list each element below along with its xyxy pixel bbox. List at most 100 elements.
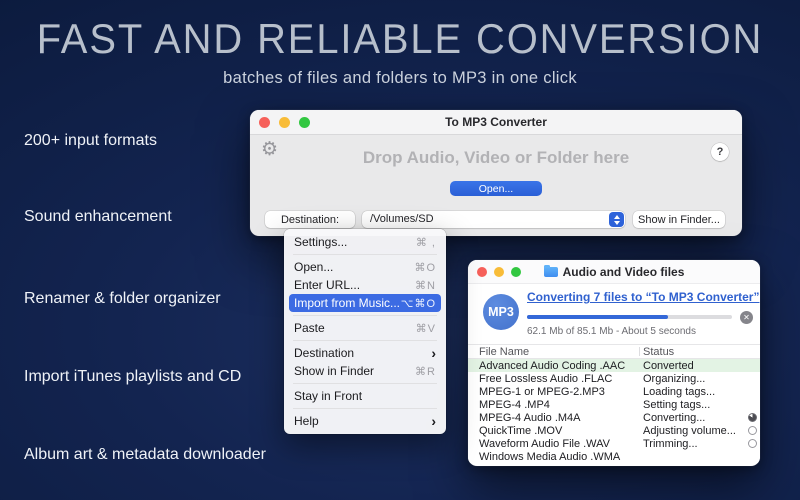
status-cell: Converting...: [643, 411, 706, 424]
menu-item-stay-in-front[interactable]: Stay in Front: [284, 387, 446, 405]
minimize-button[interactable]: [494, 266, 504, 277]
zoom-button[interactable]: [511, 266, 521, 277]
file-name-cell: QuickTime .MOV: [479, 424, 563, 437]
menu-item-label: Paste: [294, 321, 325, 335]
menu-separator: [293, 315, 437, 316]
open-button[interactable]: Open...: [450, 181, 542, 196]
progress-stats: 62.1 Mb of 85.1 Mb - About 5 seconds: [527, 326, 696, 337]
menu-item-shortcut: ⌘R: [415, 365, 436, 378]
column-header-status: Status: [643, 345, 675, 358]
row-progress-icon: [748, 426, 757, 435]
destination-select[interactable]: /Volumes/SD: [362, 211, 625, 228]
table-row[interactable]: Free Lossless Audio .FLAC Organizing...: [468, 372, 760, 385]
screenshot-root: FAST AND RELIABLE CONVERSION batches of …: [0, 0, 800, 500]
destination-button[interactable]: Destination:: [265, 211, 355, 228]
menu-item-shortcut: ⌘N: [415, 279, 436, 292]
file-name-cell: MPEG-1 or MPEG-2.MP3: [479, 385, 605, 398]
table-row[interactable]: Advanced Audio Coding .AAC Converted: [468, 359, 760, 372]
file-name-cell: MPEG-4 .MP4: [479, 398, 550, 411]
row-progress-icon: [748, 387, 757, 396]
file-name-cell: Advanced Audio Coding .AAC: [479, 359, 626, 372]
menu-separator: [293, 408, 437, 409]
page-title: FAST AND RELIABLE CONVERSION: [36, 15, 764, 62]
page-subtitle: batches of files and folders to MP3 in o…: [223, 69, 577, 87]
drop-zone[interactable]: ⚙ ? Drop Audio, Video or Folder here Ope…: [250, 136, 742, 236]
destination-path: /Volumes/SD: [370, 213, 434, 225]
menu-item-shortcut: ⌘ ,: [415, 236, 436, 249]
submenu-chevron-icon: ›: [431, 345, 436, 361]
menu-item-label: Import from Music...: [294, 296, 401, 310]
column-header-file-name: File Name: [479, 345, 530, 358]
progress-bar-fill: [527, 315, 669, 319]
menu-item-label: Show in Finder: [294, 364, 375, 378]
progress-bar: [527, 315, 732, 319]
menu-item-open[interactable]: Open... ⌘O: [284, 258, 446, 276]
menu-separator: [293, 254, 437, 255]
main-window: To MP3 Converter ⚙ ? Drop Audio, Video o…: [250, 110, 742, 236]
cancel-button[interactable]: ✕: [740, 311, 753, 324]
file-name-cell: Free Lossless Audio .FLAC: [479, 372, 613, 385]
status-cell: Trimming...: [643, 437, 698, 450]
table-row[interactable]: QuickTime .MOV Adjusting volume...: [468, 424, 760, 437]
row-progress-icon: [748, 361, 757, 370]
close-button[interactable]: [477, 266, 487, 277]
stepper-icon: [609, 212, 624, 227]
file-name-cell: MPEG-4 Audio .M4A: [479, 411, 581, 424]
converting-link[interactable]: Converting 7 files to “To MP3 Converter”: [527, 290, 759, 304]
feature-album-art: Album art & metadata downloader: [24, 446, 266, 463]
menu-item-label: Settings...: [294, 235, 348, 249]
row-progress-icon: [748, 400, 757, 409]
table-row[interactable]: Waveform Audio File .WAV Trimming...: [468, 437, 760, 450]
menu-item-paste[interactable]: Paste ⌘V: [284, 319, 446, 337]
table-row[interactable]: Windows Media Audio .WMA: [468, 450, 760, 463]
context-menu: Settings... ⌘ , Open... ⌘O Enter URL... …: [284, 229, 446, 434]
table-row[interactable]: MPEG-4 Audio .M4A Converting...: [468, 411, 760, 424]
close-button[interactable]: [259, 116, 270, 128]
progress-window-title: Audio and Video files: [543, 264, 684, 279]
row-progress-icon: [748, 452, 757, 461]
status-cell: Loading tags...: [643, 385, 716, 398]
status-cell: Organizing...: [643, 372, 706, 385]
menu-separator: [293, 340, 437, 341]
menu-item-label: Enter URL...: [294, 278, 361, 292]
feature-renamer-organizer: Renamer & folder organizer: [24, 290, 221, 307]
menu-separator: [293, 383, 437, 384]
table-header: File Name Status: [468, 344, 760, 359]
menu-item-shortcut: ⌘V: [415, 322, 436, 335]
show-in-finder-button[interactable]: Show in Finder...: [633, 211, 725, 228]
menu-item-destination[interactable]: Destination ›: [284, 344, 446, 362]
menu-item-shortcut: ⌥⌘O: [400, 297, 436, 310]
file-name-cell: Windows Media Audio .WMA: [479, 450, 621, 463]
folder-icon: [543, 264, 558, 277]
file-name-cell: Waveform Audio File .WAV: [479, 437, 611, 450]
minimize-button[interactable]: [279, 116, 290, 128]
menu-item-show-in-finder[interactable]: Show in Finder ⌘R: [284, 362, 446, 380]
row-progress-icon: [748, 439, 757, 448]
progress-window-content: MP3 Converting 7 files to “To MP3 Conver…: [468, 284, 760, 466]
status-cell: Converted: [643, 359, 694, 372]
row-progress-icon: [748, 374, 757, 383]
feature-sound-enhancement: Sound enhancement: [24, 208, 172, 225]
submenu-chevron-icon: ›: [431, 413, 436, 429]
menu-item-import-from-music[interactable]: Import from Music... ⌥⌘O: [289, 294, 441, 312]
menu-item-label: Stay in Front: [294, 389, 363, 403]
menu-item-help[interactable]: Help ›: [284, 412, 446, 430]
menu-item-settings[interactable]: Settings... ⌘ ,: [284, 233, 446, 251]
destination-row: Destination: /Volumes/SD Show in Finder.…: [250, 211, 742, 228]
menu-item-shortcut: ⌘O: [414, 261, 436, 274]
zoom-button[interactable]: [299, 116, 310, 128]
main-window-titlebar: To MP3 Converter: [250, 110, 742, 135]
mp3-badge: MP3: [483, 294, 519, 330]
row-progress-icon: [748, 413, 757, 422]
feature-input-formats: 200+ input formats: [24, 132, 157, 149]
progress-window-titlebar: Audio and Video files: [468, 260, 760, 284]
table-row[interactable]: MPEG-1 or MPEG-2.MP3 Loading tags...: [468, 385, 760, 398]
table-row[interactable]: MPEG-4 .MP4 Setting tags...: [468, 398, 760, 411]
menu-item-enter-url[interactable]: Enter URL... ⌘N: [284, 276, 446, 294]
status-cell: Setting tags...: [643, 398, 711, 411]
main-window-title: To MP3 Converter: [445, 115, 547, 129]
drop-zone-hint: Drop Audio, Video or Folder here: [362, 148, 630, 167]
status-cell: Adjusting volume...: [643, 424, 736, 437]
menu-item-label: Destination: [294, 346, 355, 360]
column-divider: [639, 347, 640, 356]
